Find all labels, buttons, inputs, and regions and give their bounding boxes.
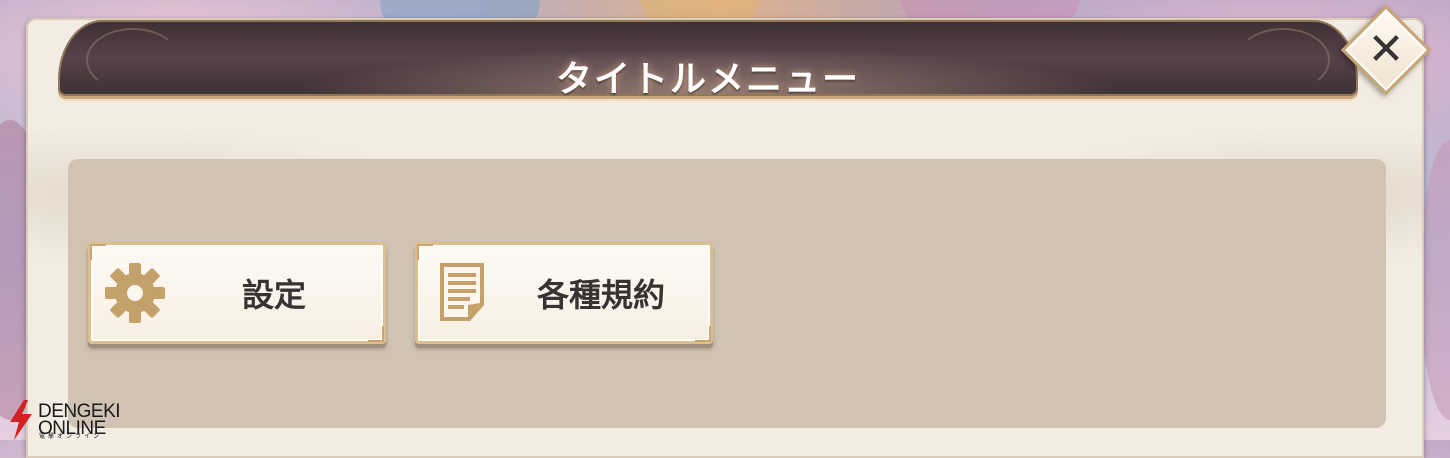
settings-button[interactable]: 設定 (88, 242, 386, 344)
settings-label: 設定 (241, 276, 306, 314)
document-icon (428, 259, 496, 327)
lightning-logo-icon (10, 400, 32, 440)
close-icon: ✕ (1367, 24, 1405, 75)
gear-icon (101, 259, 169, 327)
title-bar: タイトルメニュー (58, 20, 1358, 100)
terms-button[interactable]: 各種規約 (415, 242, 713, 344)
dengeki-online-watermark: DENGEKI ONLINE 電撃オンライン (6, 400, 126, 440)
menu-title: タイトルメニュー (555, 59, 860, 100)
terms-label: 各種規約 (536, 276, 665, 314)
watermark-line3: 電撃オンライン (39, 433, 103, 440)
